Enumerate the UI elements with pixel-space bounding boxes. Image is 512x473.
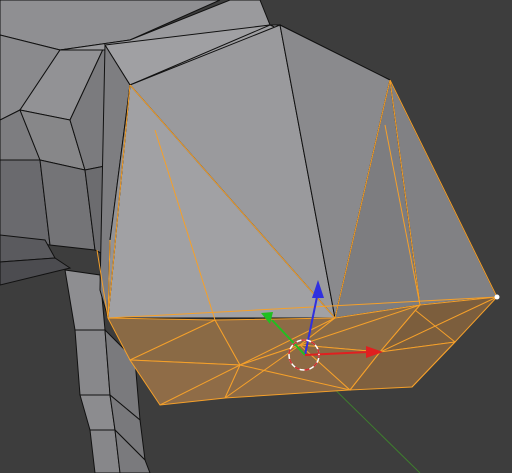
mesh-face: [74, 329, 111, 396]
active-vertex[interactable]: [494, 294, 500, 300]
3d-viewport[interactable]: [0, 0, 512, 473]
